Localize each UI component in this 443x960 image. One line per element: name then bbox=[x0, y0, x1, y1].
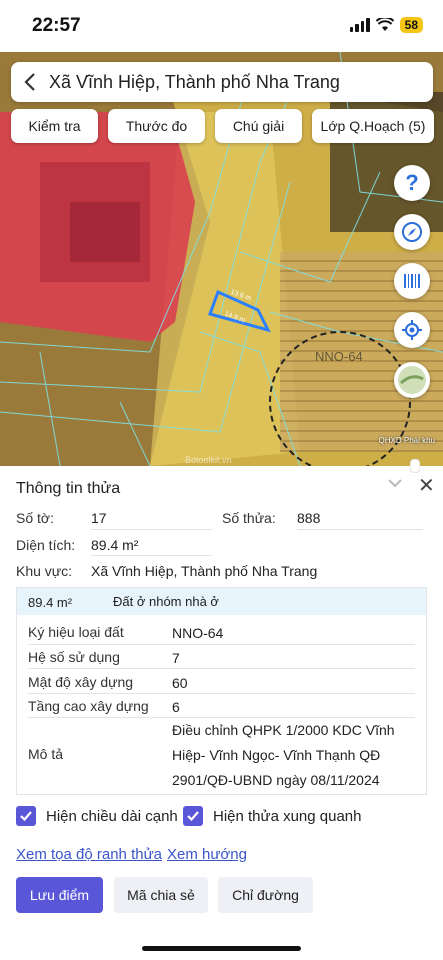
divider bbox=[28, 693, 415, 694]
usage-ratio-value: 7 bbox=[172, 650, 180, 666]
panel-drag-handle[interactable] bbox=[409, 458, 421, 474]
status-time: 22:57 bbox=[32, 15, 81, 36]
share-code-button[interactable]: Mã chia sẻ bbox=[114, 877, 208, 913]
usage-ratio-label: Hệ số sử dụng bbox=[28, 649, 120, 665]
view-direction-link[interactable]: Xem hướng bbox=[167, 846, 247, 863]
directions-button[interactable]: Chỉ đường bbox=[218, 877, 313, 913]
close-icon[interactable]: ✕ bbox=[418, 473, 435, 498]
back-arrow-icon[interactable] bbox=[11, 62, 49, 102]
battery-indicator: 58 bbox=[399, 17, 423, 33]
region-label: Khu vực: bbox=[16, 563, 73, 579]
help-icon[interactable]: ? bbox=[394, 165, 430, 201]
panel-title: Thông tin thửa bbox=[16, 480, 121, 497]
region-value: Xã Vĩnh Hiệp, Thành phố Nha Trang bbox=[91, 563, 318, 579]
zone-type: Đất ở nhóm nhà ở bbox=[113, 594, 219, 609]
map-toolbar: Kiểm tra Thước đo Chú giải Lớp Q.Hoạch (… bbox=[11, 109, 434, 143]
my-location-icon[interactable] bbox=[394, 312, 430, 348]
divider bbox=[297, 529, 423, 530]
compass-icon[interactable] bbox=[394, 214, 430, 250]
description-label: Mô tả bbox=[28, 746, 64, 762]
check-button[interactable]: Kiểm tra bbox=[11, 109, 98, 143]
description-value: Điều chỉnh QHPK 1/2000 KDC Vĩnh Hiệp- Vĩ… bbox=[172, 722, 395, 788]
divider bbox=[91, 529, 212, 530]
home-indicator[interactable] bbox=[142, 946, 301, 951]
divider bbox=[91, 555, 212, 556]
show-edge-length-toggle[interactable]: Hiện chiều dài cạnh bbox=[16, 806, 178, 826]
save-point-button[interactable]: Lưu điểm bbox=[16, 877, 103, 913]
building-height-value: 6 bbox=[172, 699, 180, 715]
show-surrounding-parcels-label: Hiện thửa xung quanh bbox=[213, 807, 362, 825]
chevron-down-icon[interactable] bbox=[387, 475, 403, 493]
location-title: Xã Vĩnh Hiệp, Thành phố Nha Trang bbox=[49, 71, 340, 92]
view-boundary-coords-link[interactable]: Xem tọa độ ranh thửa bbox=[16, 846, 162, 863]
location-header[interactable]: Xã Vĩnh Hiệp, Thành phố Nha Trang bbox=[11, 62, 433, 102]
sheet-number-label: Số tờ: bbox=[16, 510, 54, 526]
zone-label: NNO-64 bbox=[315, 349, 363, 364]
status-icons: 58 bbox=[349, 17, 423, 33]
building-height-label: Tầng cao xây dựng bbox=[28, 698, 149, 714]
map-credit: QHXD Phái khu bbox=[378, 436, 435, 445]
show-surrounding-parcels-toggle[interactable]: Hiện thửa xung quanh bbox=[183, 806, 361, 826]
wifi-icon bbox=[375, 18, 394, 31]
sheet-number-value: 17 bbox=[91, 510, 107, 526]
barcode-icon[interactable] bbox=[394, 263, 430, 299]
signal-icon bbox=[349, 18, 370, 32]
checkbox-checked-icon[interactable] bbox=[16, 806, 36, 826]
map-watermark: Botoolkit.vn bbox=[185, 455, 232, 465]
divider bbox=[28, 644, 415, 645]
building-density-value: 60 bbox=[172, 675, 188, 691]
zone-area: 89.4 m² bbox=[28, 595, 73, 610]
divider bbox=[28, 668, 415, 669]
land-type-code-label: Ký hiệu loại đất bbox=[28, 624, 124, 640]
show-edge-length-label: Hiện chiều dài cạnh bbox=[46, 807, 178, 825]
parcel-number-value: 888 bbox=[297, 510, 321, 526]
status-bar: 22:57 58 bbox=[0, 0, 443, 52]
area-value: 89.4 m² bbox=[91, 537, 139, 553]
parcel-number-label: Số thửa: bbox=[222, 510, 276, 526]
building-density-label: Mật độ xây dựng bbox=[28, 674, 134, 690]
land-type-code-value: NNO-64 bbox=[172, 625, 224, 641]
area-label: Diện tích: bbox=[16, 537, 76, 553]
measure-button[interactable]: Thước đo bbox=[108, 109, 205, 143]
checkbox-checked-icon[interactable] bbox=[183, 806, 203, 826]
map-layer-icon[interactable] bbox=[394, 362, 430, 398]
planning-layers-button[interactable]: Lớp Q.Hoạch (5) bbox=[312, 109, 434, 143]
legend-button[interactable]: Chú giải bbox=[215, 109, 302, 143]
